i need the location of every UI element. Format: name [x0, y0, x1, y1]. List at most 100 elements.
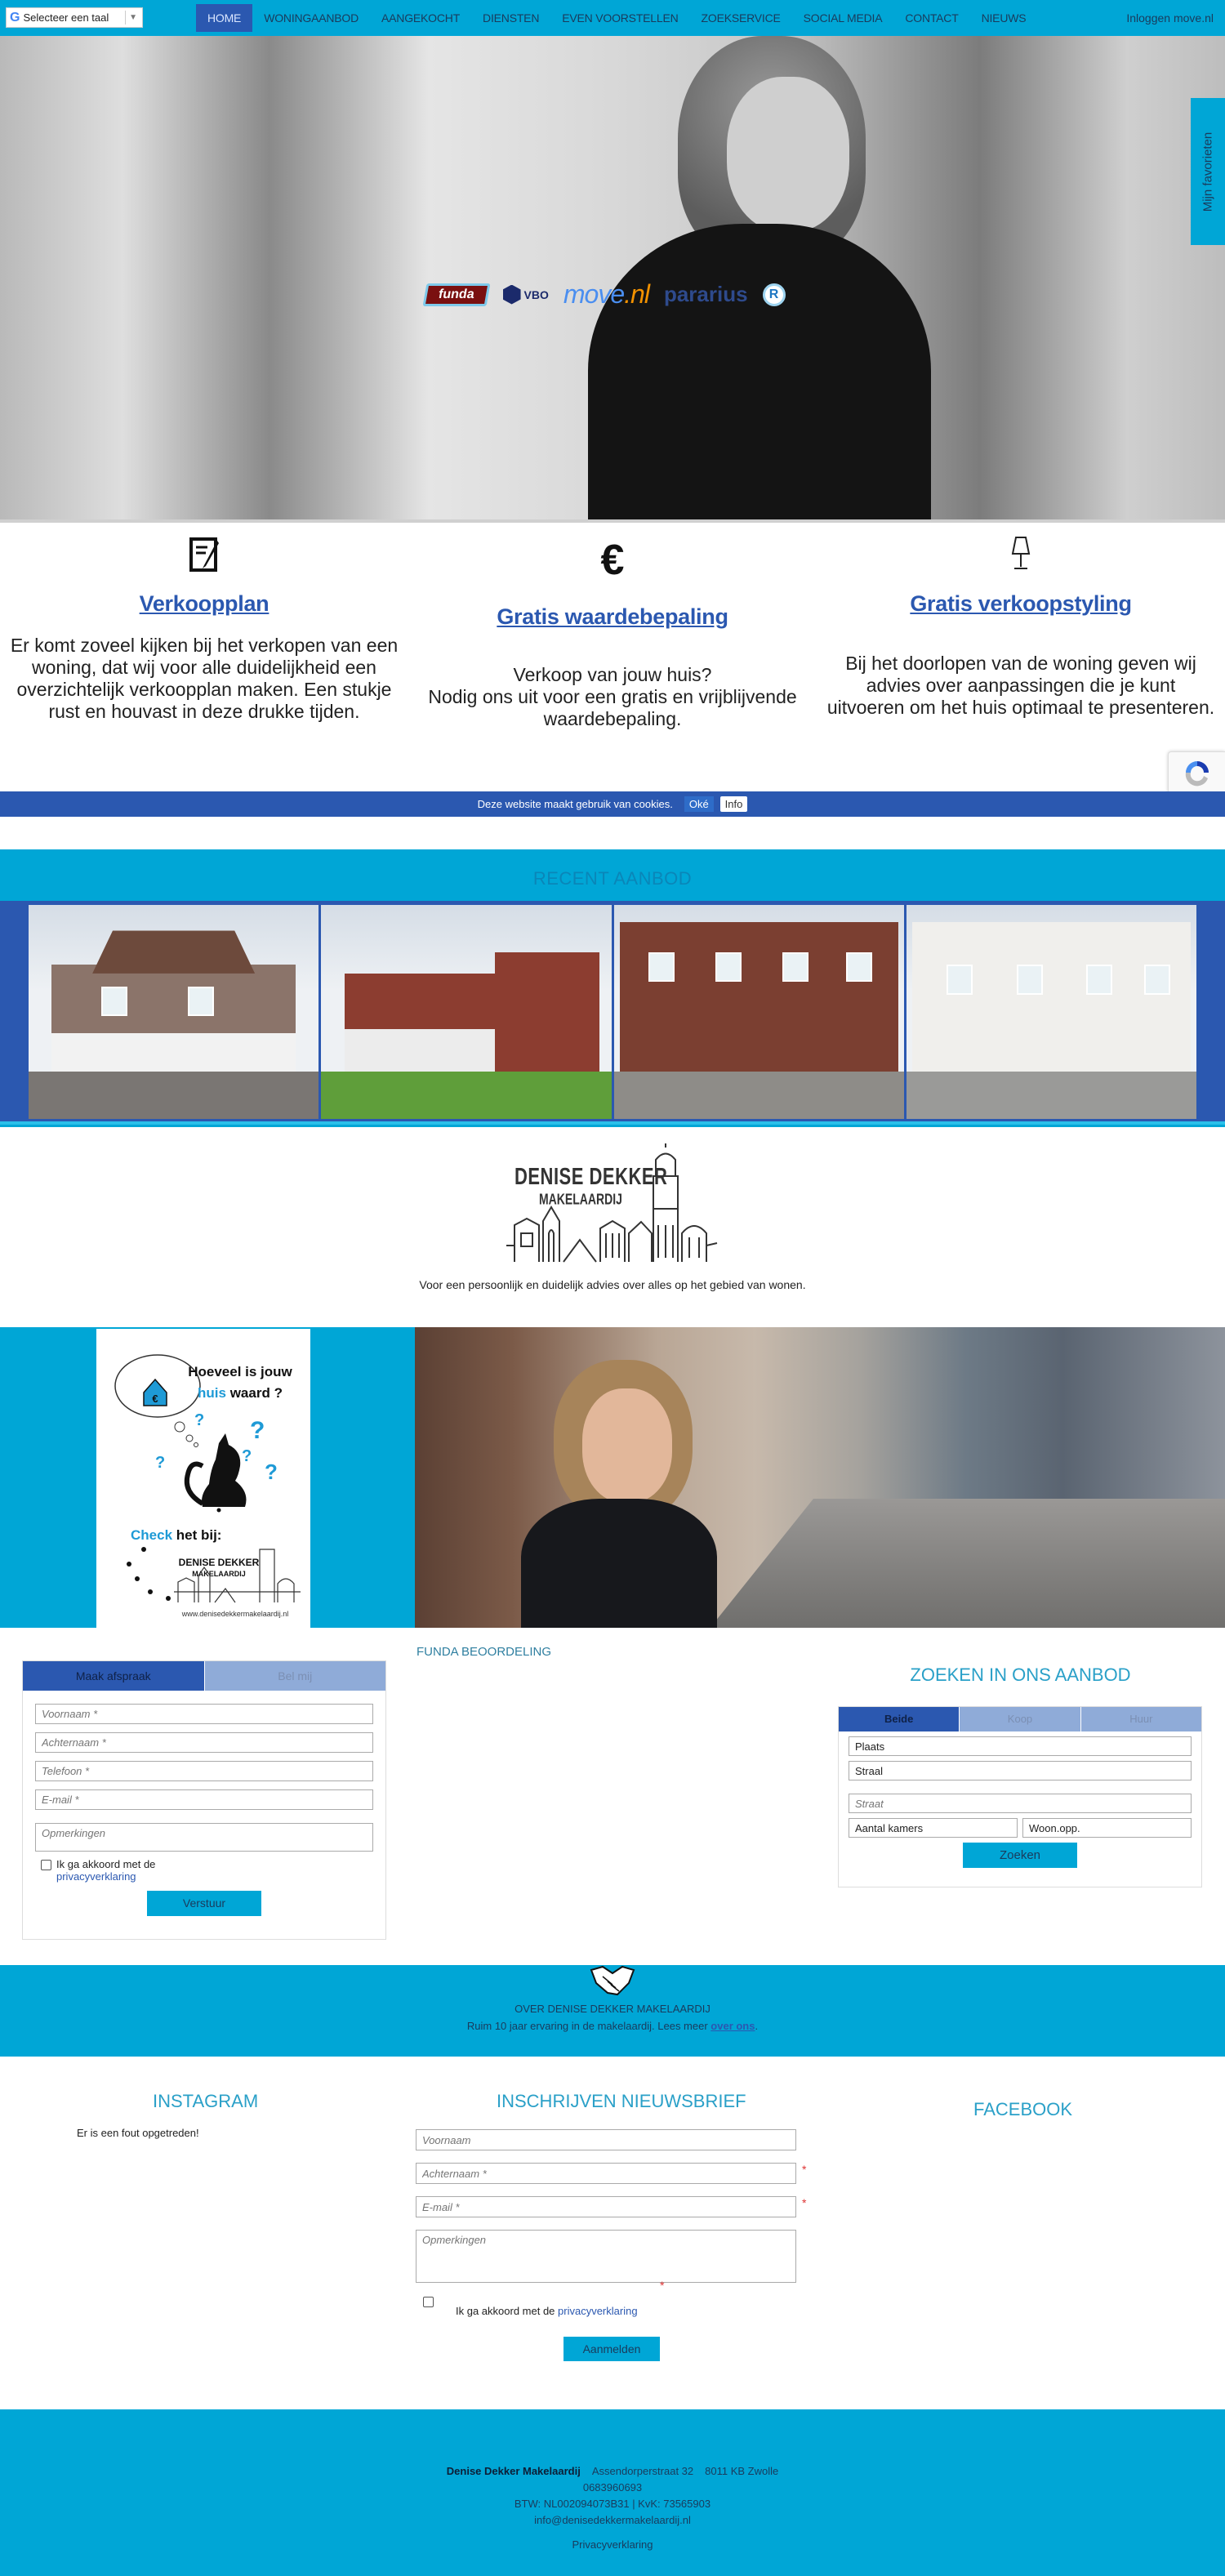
newsletter-privacy-link[interactable]: privacyverklaring — [558, 2305, 638, 2317]
service-verkoopstyling: Gratis verkoopstyling Bij het doorlopen … — [817, 523, 1225, 719]
lastname-input[interactable] — [35, 1732, 373, 1753]
property-search-form: Beide Koop Huur Plaats Straal Aantal kam… — [838, 1706, 1202, 1887]
required-marker: * — [660, 2279, 665, 2292]
consent-label: Ik ga akkoord met de — [56, 1858, 156, 1870]
required-marker: * — [802, 2163, 807, 2176]
about-link[interactable]: over ons — [710, 2020, 755, 2032]
footer-phone[interactable]: 0683960693 — [0, 2480, 1225, 2496]
nav-even-voorstellen[interactable]: EVEN VOORSTELLEN — [550, 4, 689, 32]
svg-text:?: ? — [242, 1447, 252, 1465]
hero-banner: funda VBO move.nl pararius R Mijn favori… — [0, 36, 1225, 519]
svg-text:www.denisedekkermakelaardij.nl: www.denisedekkermakelaardij.nl — [181, 1610, 289, 1618]
nav-nieuws[interactable]: NIEUWS — [970, 4, 1038, 32]
top-navigation: G Selecteer een taal ▼ HOME WONINGAANBOD… — [0, 0, 1225, 36]
privacy-link[interactable]: privacyverklaring — [56, 1870, 136, 1883]
firstname-input[interactable] — [35, 1704, 373, 1724]
svg-text:?: ? — [265, 1460, 278, 1484]
cookie-info-button[interactable]: Info — [719, 796, 748, 812]
nav-woningaanbod[interactable]: WONINGAANBOD — [252, 4, 370, 32]
about-section: OVER DENISE DEKKER MAKELAARDIJ Ruim 10 j… — [0, 1965, 1225, 2057]
street-input[interactable] — [849, 1794, 1192, 1813]
service-text: Verkoop van jouw huis? Nodig ons uit voor… — [428, 664, 797, 729]
recaptcha-badge[interactable] — [1168, 751, 1225, 794]
handshake-icon — [588, 1965, 637, 1998]
main-menu: HOME WONINGAANBOD AANGEKOCHT DIENSTEN EV… — [196, 4, 1037, 32]
footer-privacy-link[interactable]: Privacyverklaring — [0, 2537, 1225, 2553]
funda-logo: funda — [422, 283, 491, 306]
language-selector[interactable]: G Selecteer een taal ▼ — [6, 7, 143, 28]
footer: Denise Dekker Makelaardij Assendorperstra… — [0, 2409, 1225, 2576]
service-title[interactable]: Verkoopplan — [0, 591, 408, 617]
footer-address: Denise Dekker Makelaardij Assendorperstra… — [446, 2465, 779, 2477]
email-input[interactable] — [35, 1789, 373, 1810]
listing-photo[interactable] — [613, 905, 904, 1119]
skyline-icon — [506, 1143, 718, 1263]
pararius-logo: pararius — [663, 282, 748, 306]
listing-photo[interactable] — [906, 905, 1196, 1119]
nav-contact[interactable]: CONTACT — [893, 4, 969, 32]
promo-line1: Hoeveel is jouw — [188, 1364, 292, 1379]
service-text: Bij het doorlopen van de woning geven wi… — [826, 653, 1215, 718]
submit-appointment-button[interactable]: Verstuur — [147, 1891, 261, 1916]
newsletter-privacy-checkbox[interactable] — [423, 2297, 434, 2307]
service-title[interactable]: Gratis verkoopstyling — [817, 591, 1225, 617]
required-marker: * — [802, 2196, 807, 2209]
newsletter-submit-button[interactable]: Aanmelden — [564, 2337, 660, 2361]
instagram-error: Er is een fout opgetreden! — [77, 2127, 199, 2139]
nav-aangekocht[interactable]: AANGEKOCHT — [370, 4, 471, 32]
footer-registration: BTW: NL002094073B31 | KvK: 73565903 — [514, 2498, 711, 2510]
radius-select[interactable]: Straal — [849, 1761, 1192, 1780]
partner-logos: funda VBO move.nl pararius R — [422, 279, 786, 310]
nav-diensten[interactable]: DIENSTEN — [471, 4, 550, 32]
tab-bel-mij[interactable]: Bel mij — [204, 1661, 385, 1691]
svg-text:huis waard ?: huis waard ? — [198, 1385, 283, 1401]
favorites-tab[interactable]: Mijn favorieten — [1191, 98, 1225, 245]
about-title: OVER DENISE DEKKER MAKELAARDIJ — [514, 2003, 710, 2015]
newsletter-email-input[interactable] — [416, 2196, 796, 2217]
brand-section: DENISE DEKKER MAKELAARDIJ Voor een perso… — [0, 1143, 1225, 1291]
listings-carousel — [29, 905, 1196, 1119]
remarks-textarea[interactable] — [35, 1823, 373, 1852]
svg-text:?: ? — [155, 1454, 165, 1472]
tab-huur[interactable]: Huur — [1080, 1707, 1201, 1731]
service-verkoopplan: Verkoopplan Er komt zoveel kijken bij he… — [0, 523, 408, 723]
newsletter-remarks-textarea[interactable] — [416, 2230, 796, 2283]
favorites-tab-label: Mijn favorieten — [1200, 131, 1215, 212]
hero-photo-realtor — [588, 36, 931, 519]
divider — [0, 1121, 1225, 1125]
services-section: Verkoopplan Er komt zoveel kijken bij he… — [0, 519, 1225, 789]
cookie-ok-button[interactable]: Oké — [684, 796, 714, 812]
vbo-logo: VBO — [502, 284, 549, 305]
rooms-select[interactable]: Aantal kamers — [849, 1818, 1018, 1838]
nav-home[interactable]: HOME — [196, 4, 253, 32]
cookie-message: Deze website maakt gebruik van cookies. — [477, 798, 673, 810]
place-select[interactable]: Plaats — [849, 1736, 1192, 1756]
nav-social-media[interactable]: SOCIAL MEDIA — [792, 4, 894, 32]
funda-review-title: FUNDA BEOORDELING — [416, 1645, 552, 1659]
vbo-hex-icon — [502, 284, 521, 305]
search-button[interactable]: Zoeken — [963, 1843, 1077, 1868]
service-text: Er komt zoveel kijken bij het verkopen v… — [10, 635, 399, 722]
valuation-promo-card[interactable]: € Hoeveel is jouw huis waard ? ????? Che… — [96, 1329, 310, 1628]
facebook-title: FACEBOOK — [973, 2099, 1073, 2119]
service-title[interactable]: Gratis waardebepaling — [408, 604, 817, 630]
dropdown-arrow-icon: ▼ — [129, 13, 137, 22]
newsletter-firstname-input[interactable] — [416, 2129, 796, 2150]
about-text: Ruim 10 jaar ervaring in de makelaardij.… — [466, 2020, 759, 2032]
divider — [125, 11, 127, 25]
tab-maak-afspraak[interactable]: Maak afspraak — [23, 1661, 204, 1691]
company-logo: DENISE DEKKER MAKELAARDIJ — [506, 1143, 719, 1266]
listing-photo[interactable] — [321, 905, 612, 1119]
login-link[interactable]: Inloggen move.nl — [1126, 0, 1214, 36]
tab-koop[interactable]: Koop — [960, 1707, 1080, 1731]
instagram-title: INSTAGRAM — [153, 2091, 259, 2111]
newsletter-lastname-input[interactable] — [416, 2163, 796, 2184]
tab-beide[interactable]: Beide — [839, 1707, 960, 1731]
living-area-select[interactable]: Woon.opp. — [1022, 1818, 1192, 1838]
footer-email[interactable]: info@denisedekkermakelaardij.nl — [0, 2512, 1225, 2529]
listing-photo[interactable] — [29, 905, 319, 1119]
nav-zoekservice[interactable]: ZOEKSERVICE — [690, 4, 792, 32]
section-title: RECENT AANBOD — [532, 868, 693, 889]
phone-input[interactable] — [35, 1761, 373, 1781]
privacy-checkbox[interactable] — [41, 1860, 51, 1870]
